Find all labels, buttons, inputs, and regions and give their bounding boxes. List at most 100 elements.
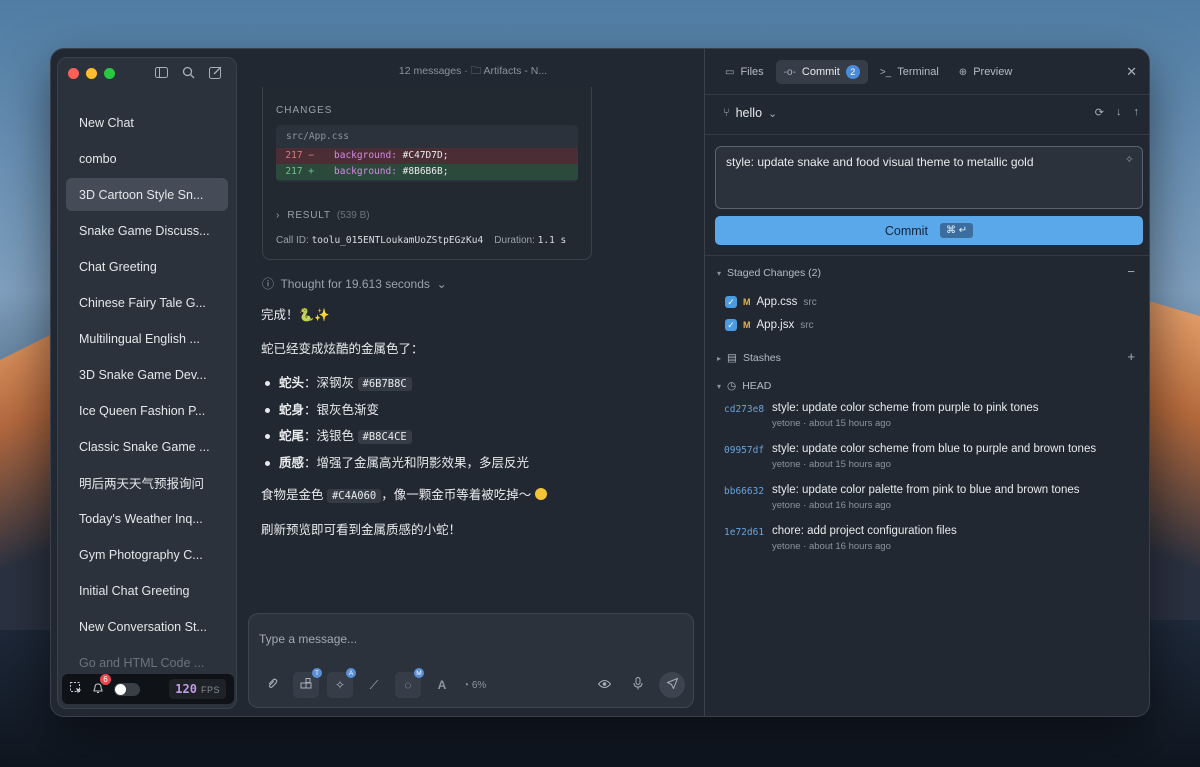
list-item: 蛇身：银灰色渐变: [261, 401, 681, 419]
chat-item[interactable]: Classic Snake Game ...: [66, 430, 228, 463]
tab-terminal[interactable]: >_ Terminal: [872, 60, 947, 84]
close-panel-icon[interactable]: ✕: [1126, 64, 1137, 80]
devtools-bar: 6 120 FPS: [62, 673, 234, 704]
bell-icon[interactable]: 6: [92, 673, 111, 697]
fps-label: FPS: [200, 685, 220, 695]
list-item: 蛇尾：浅银色 #B8C4CE: [261, 427, 681, 446]
chat-item[interactable]: Chat Greeting: [66, 250, 228, 283]
commit-message-text: style: update snake and food visual them…: [726, 155, 1034, 169]
message-input[interactable]: Type a message...: [259, 632, 357, 646]
refresh-icon[interactable]: ⟳: [1095, 106, 1104, 119]
tools-button[interactable]: T: [293, 668, 322, 698]
commit-message: style: update color palette from pink to…: [772, 484, 1080, 496]
branch-selector[interactable]: ⑂ hello ⌄: [723, 106, 777, 120]
chat-item[interactable]: Ice Queen Fashion P...: [66, 394, 228, 427]
unstage-all-icon[interactable]: −: [1127, 264, 1135, 279]
paperclip-icon: [266, 678, 278, 693]
commit-message: style: update color scheme from blue to …: [772, 443, 1097, 455]
lightbulb-icon: ⓘ: [262, 277, 275, 291]
push-icon[interactable]: ↑: [1134, 106, 1140, 119]
chat-item[interactable]: Initial Chat Greeting: [66, 574, 228, 607]
notification-badge: 6: [100, 673, 111, 685]
voice-button[interactable]: [625, 672, 651, 698]
commit-button[interactable]: Commit ⌘ ↵: [715, 216, 1143, 245]
close-window-button[interactable]: [68, 68, 79, 79]
commit-message: chore: add project configuration files: [772, 525, 957, 537]
search-icon[interactable]: [181, 65, 195, 79]
history-icon: ◷: [727, 380, 737, 392]
commit-hash: bb66632: [724, 486, 765, 497]
terminal-icon: >_: [879, 66, 892, 78]
pull-icon[interactable]: ↓: [1116, 106, 1122, 119]
color-code: #C4A060: [326, 489, 382, 503]
new-chat-icon[interactable]: [208, 65, 222, 79]
magic-wand-button[interactable]: ⟋: [361, 672, 387, 698]
maximize-window-button[interactable]: [104, 68, 115, 79]
chat-item[interactable]: Snake Game Discuss...: [66, 214, 228, 247]
diff-removed-line: 217 − background: #C47D7D;: [276, 148, 578, 164]
staged-file[interactable]: ✓ M App.css src: [725, 296, 817, 308]
message-paragraph: 蛇已经变成炫酷的金属色了：: [261, 342, 424, 356]
coin-icon: [534, 488, 547, 500]
stashes-header[interactable]: ▸ ▤ Stashes: [717, 352, 781, 364]
badge: T: [312, 668, 322, 678]
checkbox[interactable]: ✓: [725, 319, 737, 331]
staged-changes-header[interactable]: ▾ Staged Changes (2): [717, 267, 821, 279]
add-stash-icon[interactable]: +: [1127, 349, 1135, 364]
select-element-icon[interactable]: [70, 681, 82, 697]
commit-count-badge: 2: [845, 65, 860, 79]
chat-list: New Chat combo 3D Cartoon Style Sn... Sn…: [66, 106, 228, 682]
css-value: #C47D7D;: [402, 150, 449, 161]
folder-icon: ▭: [725, 66, 735, 78]
commit-message-field[interactable]: style: update snake and food visual them…: [715, 146, 1143, 209]
memory-button[interactable]: ◌ M: [395, 668, 424, 698]
sparkles-icon: ✧: [334, 678, 346, 692]
divider: [705, 134, 1149, 135]
chat-item[interactable]: Gym Photography C...: [66, 538, 228, 571]
assistant-message: 完成！🐍✨ 蛇已经变成炫酷的金属色了： 蛇头：深钢灰 #6B7B8C 蛇身：银灰…: [261, 306, 681, 555]
result-label: RESULT: [287, 210, 331, 221]
sidebar-toggle-icon[interactable]: [154, 65, 168, 79]
staged-file[interactable]: ✓ M App.jsx src: [725, 319, 814, 331]
diff-added-line: 217 + background: #8B6B6B;: [276, 164, 578, 180]
generate-message-icon[interactable]: ✧: [1125, 153, 1134, 166]
model-button[interactable]: A: [429, 672, 455, 698]
theme-toggle[interactable]: [114, 682, 140, 696]
chat-item[interactable]: combo: [66, 142, 228, 175]
preview-button[interactable]: [591, 672, 617, 698]
microphone-icon: [633, 677, 643, 693]
branch-actions: ⟳ ↓ ↑: [1095, 106, 1139, 119]
thought-toggle[interactable]: ⓘ Thought for 19.613 seconds ⌄: [262, 275, 447, 292]
chat-item[interactable]: Multilingual English ...: [66, 322, 228, 355]
shortcut-hint: ⌘ ↵: [939, 223, 974, 238]
chat-item[interactable]: New Conversation St...: [66, 610, 228, 643]
head-header[interactable]: ▾ ◷ HEAD: [717, 380, 771, 392]
chevron-down-icon: ⌄: [768, 107, 778, 120]
agent-button[interactable]: ✧ A: [327, 668, 356, 698]
modified-flag: M: [743, 320, 751, 330]
badge: A: [346, 668, 356, 678]
chat-item[interactable]: 3D Snake Game Dev...: [66, 358, 228, 391]
chat-item[interactable]: New Chat: [66, 106, 228, 139]
callid-label: Call ID:: [276, 235, 309, 246]
checkbox[interactable]: ✓: [725, 296, 737, 308]
tab-commit[interactable]: -o- Commit 2: [775, 60, 868, 84]
result-toggle[interactable]: › RESULT (539 B): [276, 210, 370, 221]
result-size: (539 B): [336, 210, 370, 221]
minimize-window-button[interactable]: [86, 68, 97, 79]
git-branch-icon: ⑂: [723, 107, 730, 119]
divider: [705, 94, 1149, 95]
attach-button[interactable]: [259, 672, 285, 698]
chat-item[interactable]: 明后两天天气预报询问: [66, 466, 228, 499]
tab-files[interactable]: ▭ Files: [717, 60, 772, 84]
chat-item[interactable]: Chinese Fairy Tale G...: [66, 286, 228, 319]
commit-hash: cd273e8: [724, 404, 765, 415]
globe-icon: ⊕: [958, 66, 968, 78]
anthropic-logo-icon: A: [437, 678, 447, 692]
tab-preview[interactable]: ⊕ Preview: [951, 60, 1021, 84]
chat-header: 12 messages · 🗀 Artifacts - N...: [398, 65, 548, 77]
chat-item-active[interactable]: 3D Cartoon Style Sn...: [66, 178, 228, 211]
chat-item[interactable]: Today's Weather Inq...: [66, 502, 228, 535]
send-button[interactable]: [659, 672, 685, 698]
badge: M: [414, 668, 424, 678]
